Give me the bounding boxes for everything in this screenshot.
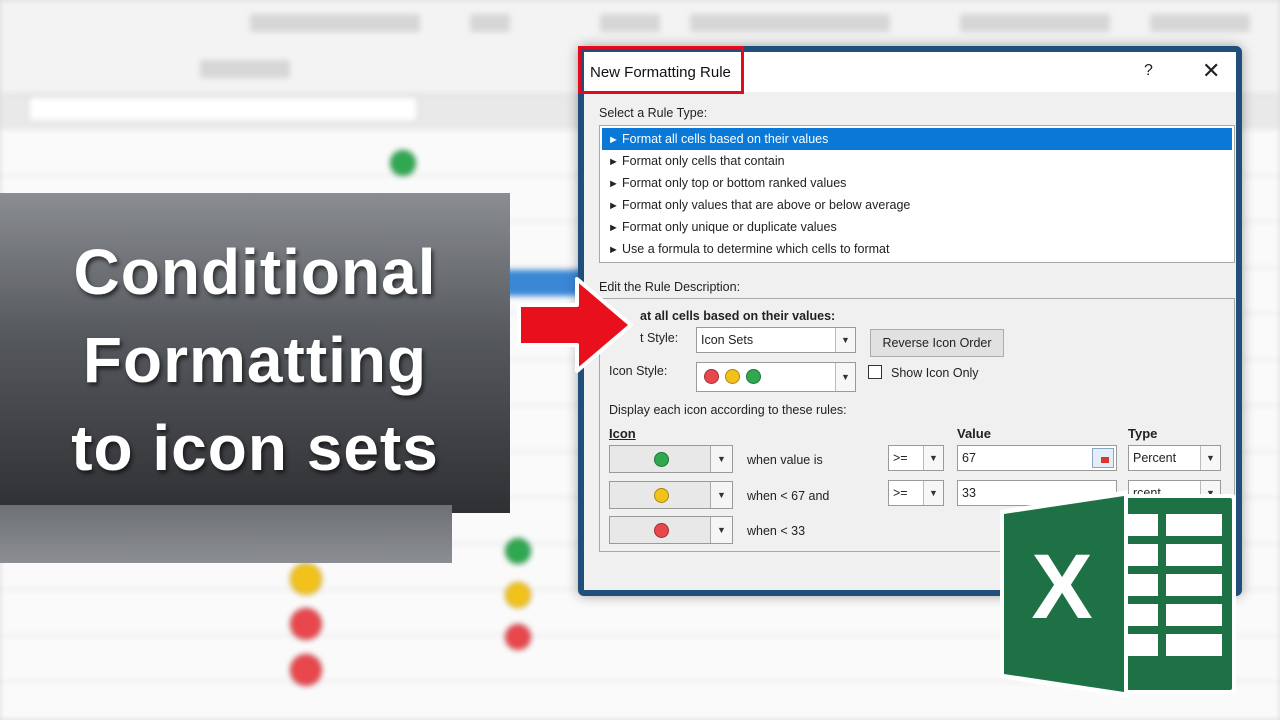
rule-type-item[interactable]: ► Format only values that are above or be… (602, 194, 1232, 216)
format-style-select[interactable]: Icon Sets ▼ (696, 327, 856, 353)
show-icon-only-label: Show Icon Only (891, 366, 979, 380)
svg-text:X: X (1031, 536, 1092, 638)
excel-logo-icon: X (1000, 490, 1236, 698)
title-line-1: Conditional (73, 236, 437, 308)
reverse-icon-order-button[interactable]: Reverse Icon Order (870, 329, 1004, 357)
rule-type-item[interactable]: ► Format only top or bottom ranked values (602, 172, 1232, 194)
red-circle-icon (704, 369, 719, 384)
chevron-down-icon: ▼ (1200, 446, 1220, 470)
chevron-down-icon: ▼ (835, 328, 855, 352)
rule-type-item[interactable]: ► Format only unique or duplicate values (602, 216, 1232, 238)
chevron-down-icon: ▼ (710, 482, 732, 508)
rule-1-value-input[interactable]: 67 (957, 445, 1117, 471)
video-title: Conditional Formatting to icon sets (0, 228, 510, 492)
description-heading: at all cells based on their values: (640, 309, 836, 323)
yellow-circle-icon (654, 488, 669, 503)
icon-column-header: Icon (609, 426, 636, 441)
icon-style-select[interactable]: ▼ (696, 362, 856, 392)
type-column-header: Type (1128, 426, 1158, 441)
rule-3-condition: when < 33 (747, 524, 806, 538)
title-highlight-box (578, 46, 744, 94)
green-circle-icon (746, 369, 761, 384)
close-button[interactable]: ✕ (1202, 58, 1220, 84)
title-line-3: to icon sets (71, 412, 439, 484)
rule-2-operator-select[interactable]: >= ▼ (888, 480, 944, 506)
rule-type-item[interactable]: ► Use a formula to determine which cells … (602, 238, 1232, 260)
display-rules-label: Display each icon according to these rul… (609, 403, 847, 417)
chevron-down-icon: ▼ (710, 446, 732, 472)
chevron-down-icon: ▼ (923, 446, 943, 470)
chevron-down-icon: ▼ (710, 517, 732, 543)
rule-3-icon-picker[interactable]: ▼ (609, 516, 733, 544)
rule-1-type-select[interactable]: Percent ▼ (1128, 445, 1221, 471)
show-icon-only-checkbox[interactable] (868, 365, 882, 379)
help-button[interactable]: ? (1144, 62, 1153, 80)
rule-type-list[interactable]: ► Format all cells based on their values … (599, 125, 1235, 263)
title-line-2: Formatting (82, 324, 428, 396)
red-arrow-icon (517, 277, 633, 373)
rule-1-icon-picker[interactable]: ▼ (609, 445, 733, 473)
rule-type-label: Select a Rule Type: (599, 106, 708, 120)
format-style-label: t Style: (640, 331, 679, 345)
yellow-circle-icon (725, 369, 740, 384)
icon-style-preview (704, 368, 767, 392)
red-circle-icon (654, 523, 669, 538)
title-card-shadow (0, 505, 452, 563)
rule-2-condition: when < 67 and (747, 489, 830, 503)
rule-2-icon-picker[interactable]: ▼ (609, 481, 733, 509)
chevron-down-icon: ▼ (835, 363, 855, 391)
chevron-down-icon: ▼ (923, 481, 943, 505)
rule-1-operator-select[interactable]: >= ▼ (888, 445, 944, 471)
green-circle-icon (654, 452, 669, 467)
range-select-icon[interactable] (1092, 448, 1114, 468)
value-column-header: Value (957, 426, 991, 441)
rule-1-condition: when value is (747, 453, 823, 467)
rule-type-item[interactable]: ► Format only cells that contain (602, 150, 1232, 172)
rule-type-item[interactable]: ► Format all cells based on their values (602, 128, 1232, 150)
